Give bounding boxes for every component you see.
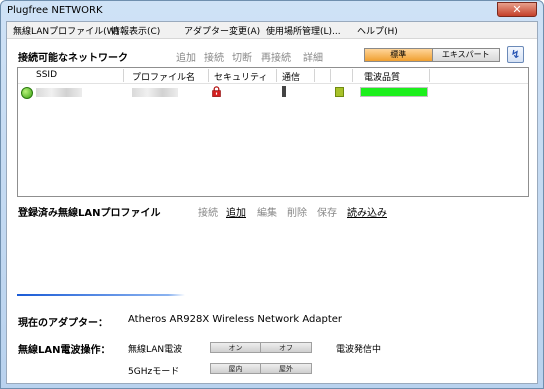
column-separator	[208, 69, 209, 82]
radio-on-button[interactable]: オン	[210, 342, 261, 353]
column-communication[interactable]: 通信	[282, 70, 300, 83]
column-separator	[314, 69, 315, 82]
mode-expert-button[interactable]: エキスパート	[431, 49, 499, 61]
column-separator	[352, 69, 353, 82]
menu-bar: 無線LANプロファイル(W) 情報表示(C) アダプター変更(A) 使用場所管理…	[7, 22, 537, 39]
profile-connect-button[interactable]: 接続	[198, 204, 218, 219]
profile-delete-button[interactable]: 削除	[287, 204, 307, 219]
mode-standard-button[interactable]: 標準	[365, 49, 432, 61]
column-security[interactable]: セキュリティ	[214, 70, 267, 83]
client-area: 無線LANプロファイル(W) 情報表示(C) アダプター変更(A) 使用場所管理…	[6, 21, 538, 384]
profile-import-button[interactable]: 読み込み	[347, 204, 387, 219]
band-icon	[335, 87, 344, 97]
profile-add-button[interactable]: 追加	[226, 204, 246, 219]
menu-wireless-profile[interactable]: 無線LANプロファイル(W)	[13, 24, 119, 37]
networks-title: 接続可能なネットワーク	[18, 53, 128, 64]
network-connect-button[interactable]: 接続	[204, 49, 224, 64]
signal-quality-fill	[361, 88, 427, 96]
close-button[interactable]: ✕	[497, 2, 537, 17]
network-disconnect-button[interactable]: 切断	[232, 49, 252, 64]
column-separator	[123, 69, 124, 82]
refresh-icon[interactable]: ↯	[507, 46, 524, 63]
menu-info-display[interactable]: 情報表示(C)	[111, 24, 160, 37]
lock-icon	[212, 86, 221, 97]
network-reconnect-button[interactable]: 再接続	[261, 49, 291, 64]
section-divider	[17, 294, 185, 296]
header-underline	[18, 83, 528, 84]
ssid-value	[36, 88, 82, 97]
menu-adapter-change[interactable]: アダプター変更(A)	[184, 24, 260, 37]
menu-help[interactable]: ヘルプ(H)	[357, 24, 398, 37]
menu-location-manage[interactable]: 使用場所管理(L)...	[266, 24, 341, 37]
network-list[interactable]: SSID プロファイル名 セキュリティ 通信 電波品質	[17, 67, 529, 197]
current-adapter-label: 現在のアダプター：	[18, 318, 108, 329]
radio-toggle: オン オフ	[210, 342, 312, 353]
app-window: Plugfree NETWORK ✕ 無線LANプロファイル(W) 情報表示(C…	[0, 0, 544, 389]
signal-quality-bar	[360, 87, 428, 97]
signal-icon	[282, 86, 286, 97]
network-add-button[interactable]: 追加	[176, 49, 196, 64]
radio-off-button[interactable]: オフ	[261, 342, 312, 353]
connected-status-icon	[21, 87, 33, 99]
column-separator	[429, 69, 430, 82]
window-title: Plugfree NETWORK	[7, 5, 103, 16]
radio-control-label: 無線LAN電波操作：	[18, 345, 111, 356]
wlan-radio-label: 無線LAN電波	[128, 345, 183, 355]
5ghz-mode-toggle: 屋内 屋外	[210, 363, 312, 374]
column-separator	[330, 69, 331, 82]
column-ssid[interactable]: SSID	[36, 70, 57, 80]
column-signal-quality[interactable]: 電波品質	[364, 70, 400, 83]
profiles-title: 登録済み無線LANプロファイル	[18, 208, 161, 219]
profile-save-button[interactable]: 保存	[317, 204, 337, 219]
profile-value	[132, 88, 178, 97]
network-details-button[interactable]: 詳細	[303, 49, 323, 64]
title-bar[interactable]: Plugfree NETWORK ✕	[1, 1, 543, 20]
network-row[interactable]	[18, 85, 528, 101]
profile-edit-button[interactable]: 編集	[257, 204, 277, 219]
indoor-button[interactable]: 屋内	[210, 363, 261, 374]
current-adapter-value: Atheros AR928X Wireless Network Adapter	[128, 314, 343, 325]
column-separator	[276, 69, 277, 82]
outdoor-button[interactable]: 屋外	[261, 363, 312, 374]
display-mode-switch: 標準 エキスパート	[364, 48, 500, 62]
5ghz-mode-label: 5GHzモード	[128, 367, 180, 377]
radio-status-text: 電波発信中	[336, 345, 382, 355]
column-profile-name[interactable]: プロファイル名	[132, 70, 195, 83]
